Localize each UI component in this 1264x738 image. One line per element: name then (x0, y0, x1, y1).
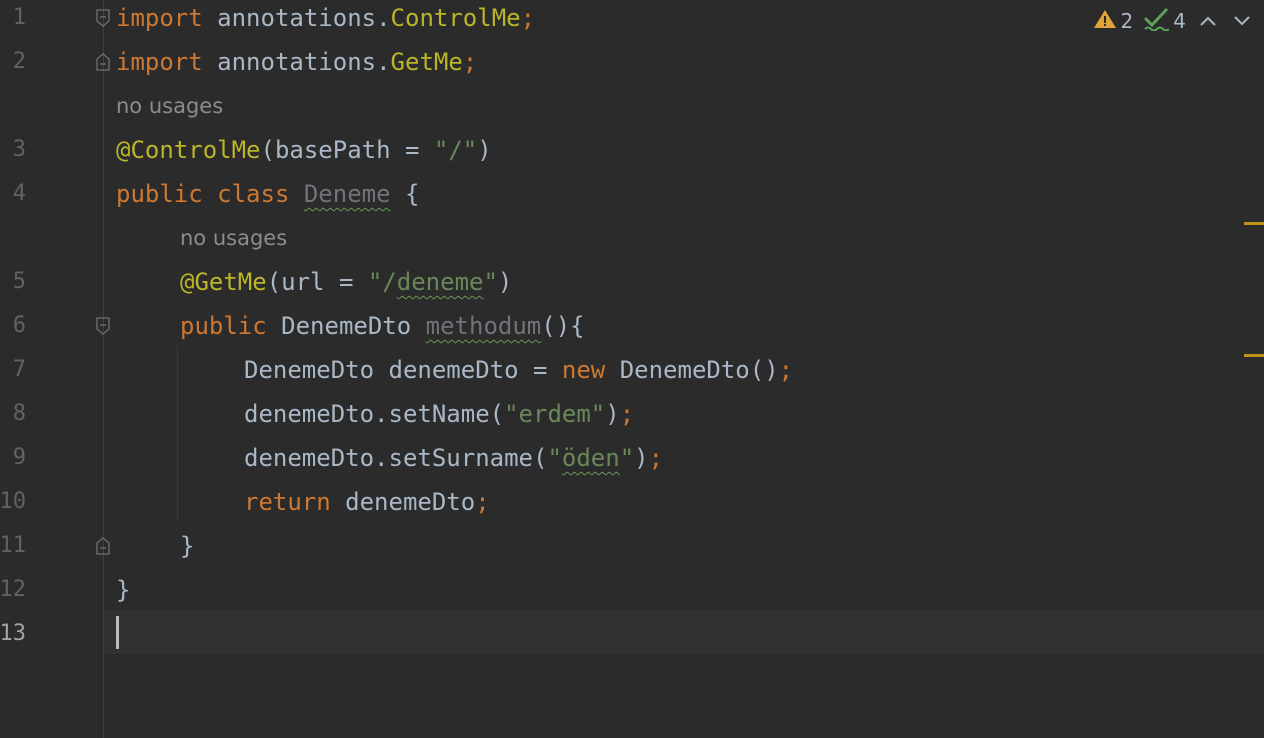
string-literal-open: " (547, 444, 562, 472)
typos-count: 4 (1173, 9, 1186, 33)
string-literal-open: "/ (367, 268, 397, 296)
error-stripe-mark[interactable] (1244, 354, 1264, 357)
fold-collapse-icon[interactable] (95, 9, 111, 27)
line-number[interactable]: 2 (0, 40, 26, 84)
fold-collapse-icon[interactable] (95, 317, 111, 335)
line-number[interactable]: 11 (0, 524, 26, 568)
code-editor[interactable]: 1 2 3 4 5 6 7 8 9 10 11 12 13 import ann… (0, 0, 1264, 738)
package-path: annotations. (202, 48, 391, 76)
line-number[interactable]: 1 (0, 0, 26, 40)
paren: ) (477, 136, 492, 164)
line-number[interactable]: 9 (0, 436, 26, 480)
code-line-8[interactable]: denemeDto.setName("erdem"); (244, 392, 634, 436)
brace: { (405, 180, 420, 208)
paren: ) (497, 268, 513, 296)
constructor-call: DenemeDto() (605, 356, 779, 384)
annotation-args: (basePath = (260, 136, 434, 164)
keyword: new (561, 356, 606, 384)
keyword: import (116, 4, 203, 32)
string-literal: "/" (433, 136, 478, 164)
code-line-2[interactable]: import annotations.GetMe; (116, 40, 477, 84)
line-number[interactable]: 12 (0, 568, 26, 612)
line-number[interactable]: 7 (0, 348, 26, 392)
warnings-count: 2 (1120, 9, 1134, 33)
line-number[interactable]: 10 (0, 480, 26, 524)
chevron-down-icon (1234, 16, 1250, 26)
brace: } (180, 532, 195, 560)
code-line-5[interactable]: @GetMe(url = "/deneme") (180, 260, 512, 304)
keyword: import (116, 48, 203, 76)
paren: ) (605, 400, 620, 428)
code-line-6[interactable]: public DenemeDto methodum(){ (180, 304, 585, 348)
method-name: methodum (425, 312, 542, 340)
indent-guide (177, 346, 178, 522)
warnings-indicator[interactable]: 2 (1093, 8, 1134, 35)
keyword: public (180, 312, 267, 340)
code-line-9[interactable]: denemeDto.setSurname("öden"); (244, 436, 663, 480)
warning-icon (1093, 8, 1117, 35)
line-number[interactable]: 5 (0, 260, 26, 304)
code-line-7[interactable]: DenemeDto denemeDto = new DenemeDto(); (244, 348, 793, 392)
semicolon: ; (462, 48, 478, 76)
method-call: denemeDto.setName( (244, 400, 505, 428)
line-number[interactable]: 3 (0, 128, 26, 172)
semicolon: ; (475, 488, 490, 516)
usage-hint[interactable]: no usages (180, 216, 287, 260)
string-literal-word: öden (561, 444, 620, 472)
annotation: @GetMe (180, 268, 267, 296)
error-stripe-mark[interactable] (1244, 222, 1264, 225)
next-highlight-button[interactable] (1230, 9, 1254, 33)
string-literal-close: " (619, 444, 635, 472)
code-line-10[interactable]: return denemeDto; (244, 480, 490, 524)
code-line-1[interactable]: import annotations.ControlMe; (116, 0, 535, 40)
semicolon: ; (648, 444, 664, 472)
code-line-4[interactable]: public class Deneme { (116, 172, 419, 216)
package-path: annotations. (202, 4, 391, 32)
return-value: denemeDto (330, 488, 476, 516)
keyword: public (116, 180, 203, 208)
annotation-args: (url = (266, 268, 368, 296)
gutter-separator (103, 0, 104, 738)
keyword: return (244, 488, 331, 516)
chevron-up-icon (1200, 16, 1216, 26)
line-number[interactable]: 8 (0, 392, 26, 436)
class-name: Deneme (303, 180, 391, 208)
semicolon: ; (619, 400, 635, 428)
previous-highlight-button[interactable] (1196, 9, 1220, 33)
semicolon: ; (778, 356, 794, 384)
string-literal: "erdem" (504, 400, 606, 428)
inspection-widget[interactable]: 2 4 (1093, 6, 1254, 36)
method-call: denemeDto.setSurname( (244, 444, 548, 472)
check-icon (1143, 7, 1170, 36)
code-line-11[interactable]: } (180, 524, 194, 568)
return-type: DenemeDto (281, 312, 412, 340)
line-number[interactable]: 4 (0, 172, 26, 216)
fold-end-icon[interactable] (95, 537, 111, 555)
keyword: class (217, 180, 290, 208)
code-line-12[interactable]: } (116, 568, 130, 612)
string-literal-word: deneme (396, 268, 484, 296)
method-params: (){ (541, 312, 585, 340)
typos-indicator[interactable]: 4 (1143, 7, 1186, 36)
annotation: @ControlMe (116, 136, 261, 164)
line-number[interactable]: 6 (0, 304, 26, 348)
paren: ) (634, 444, 649, 472)
semicolon: ; (520, 4, 536, 32)
declaration: DenemeDto denemeDto = (244, 356, 562, 384)
text-caret (116, 616, 119, 649)
line-number-current[interactable]: 13 (0, 612, 26, 656)
usage-hint[interactable]: no usages (116, 84, 223, 128)
brace: } (116, 576, 131, 604)
code-line-13[interactable] (116, 612, 1256, 656)
fold-end-icon[interactable] (95, 53, 111, 71)
code-line-3[interactable]: @ControlMe(basePath = "/") (116, 128, 492, 172)
imported-class: ControlMe (390, 4, 521, 32)
string-literal-close: " (483, 268, 498, 296)
imported-class: GetMe (390, 48, 463, 76)
